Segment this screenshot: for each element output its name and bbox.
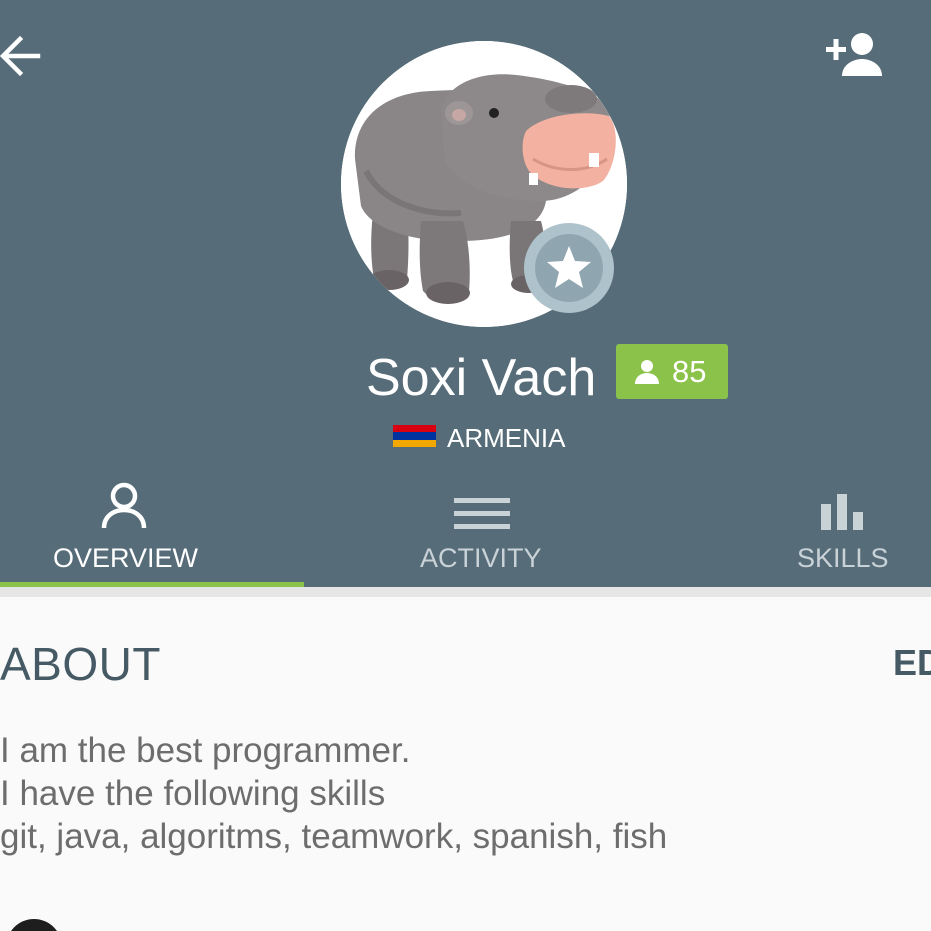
add-friend-button[interactable]: [820, 28, 892, 84]
bar-chart-icon: [821, 494, 863, 530]
star-badge-inner: [535, 234, 603, 302]
name-row: Soxi Vach 85: [0, 340, 931, 416]
level-value: 85: [672, 354, 707, 389]
about-text: I am the best programmer. I have the fol…: [0, 729, 930, 858]
header-divider: [0, 587, 931, 597]
about-line: git, java, algoritms, teamwork, spanish,…: [0, 817, 668, 856]
tab-overview[interactable]: OVERVIEW: [0, 470, 304, 587]
menu-lines-icon: [454, 498, 510, 529]
arrow-left-icon: [0, 35, 41, 77]
tab-skills-label: SKILLS: [797, 543, 889, 573]
profile-tabs: OVERVIEW ACTIVITY SKILLS: [0, 470, 931, 587]
about-title: ABOUT: [0, 638, 161, 690]
user-name: Soxi Vach: [366, 349, 597, 407]
avatar-wrap: [341, 41, 627, 327]
edit-button[interactable]: ED: [893, 641, 931, 685]
about-line: I am the best programmer.: [0, 731, 411, 770]
star-icon: [547, 246, 591, 288]
back-button[interactable]: [0, 30, 48, 82]
bottom-avatar: [6, 919, 62, 931]
person-add-icon: [826, 33, 882, 76]
level-badge: 85: [616, 344, 728, 399]
profile-header: Soxi Vach 85 ARMENIA OVERVIEW ACTIVITY S…: [0, 0, 931, 587]
about-line: I have the following skills: [0, 774, 386, 813]
person-outline-icon: [101, 482, 147, 529]
tab-skills[interactable]: SKILLS: [664, 470, 931, 587]
tab-activity-label: ACTIVITY: [420, 543, 542, 573]
tab-activity[interactable]: ACTIVITY: [304, 470, 664, 587]
about-section: ABOUT ED I am the best programmer. I hav…: [0, 597, 931, 931]
country-row: ARMENIA: [393, 421, 693, 455]
star-badge: [524, 223, 614, 313]
person-icon: [635, 360, 659, 384]
country-name: ARMENIA: [447, 423, 566, 453]
armenia-flag-icon: [393, 425, 436, 447]
tab-overview-label: OVERVIEW: [53, 543, 199, 573]
profile-screen: Soxi Vach 85 ARMENIA OVERVIEW ACTIVITY S…: [0, 0, 931, 931]
